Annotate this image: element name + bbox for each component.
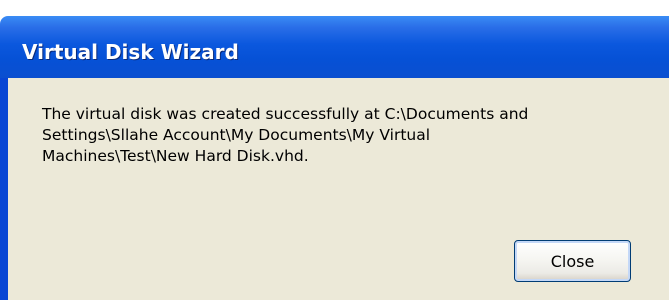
close-button[interactable]: Close [514,240,631,282]
titlebar-area: Virtual Disk Wizard [0,0,669,87]
dialog-window: Virtual Disk Wizard The virtual disk was… [0,0,669,300]
dialog-message: The virtual disk was created successfull… [42,105,529,165]
dialog-title: Virtual Disk Wizard [22,40,239,64]
titlebar[interactable]: Virtual Disk Wizard [0,16,669,78]
dialog-body: The virtual disk was created successfull… [8,78,669,300]
window-frame-left [0,78,8,300]
